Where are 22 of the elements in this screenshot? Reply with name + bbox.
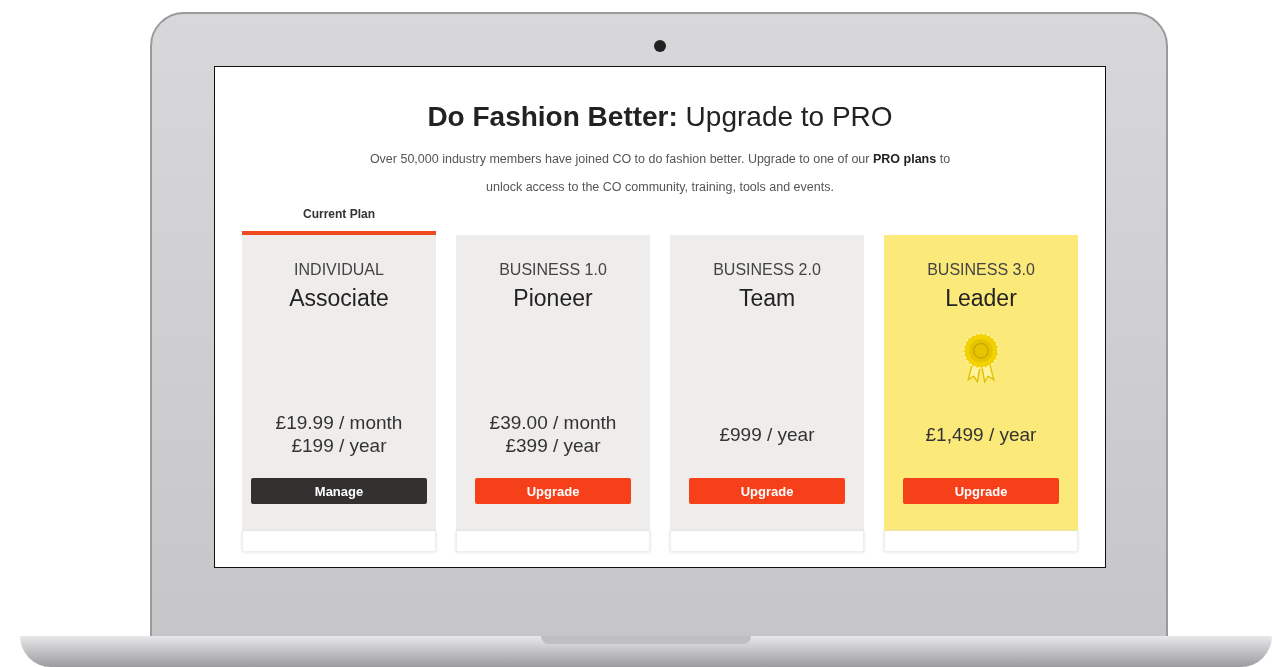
plan-tier-label: BUSINESS 2.0 [713, 261, 821, 279]
plan-price: £399 / year [505, 434, 601, 457]
plan-name: Pioneer [513, 285, 593, 312]
plan-price: £19.99 / month [275, 411, 403, 434]
current-plan-label: Current Plan [303, 207, 375, 221]
plan-tier-label: BUSINESS 1.0 [499, 261, 607, 279]
page-heading: Do Fashion Better: Upgrade to PRO [427, 101, 893, 133]
plan-price: £199 / year [291, 434, 387, 457]
plan-price: £999 / year [719, 422, 815, 446]
plan-tier-label: INDIVIDUAL [294, 261, 384, 279]
plan-tier-label: BUSINESS 3.0 [927, 261, 1035, 279]
plan-price: £1,499 / year [925, 422, 1037, 446]
camera-icon [654, 40, 666, 52]
plan-price: £39.00 / month [489, 411, 617, 434]
upgrade-button[interactable]: Upgrade [689, 478, 845, 504]
plan-name: Leader [945, 285, 1017, 312]
manage-button[interactable]: Manage [251, 478, 427, 504]
upgrade-button[interactable]: Upgrade [475, 478, 631, 504]
upgrade-button[interactable]: Upgrade [903, 478, 1059, 504]
plan-name: Team [738, 285, 796, 312]
plan-name: Associate [289, 285, 389, 312]
intro-text: Over 50,000 industry members have joined CO to do fashion better. Upgrade to one of our PRO plans to unlock access to the CO community, training, tools and events. [368, 151, 952, 196]
